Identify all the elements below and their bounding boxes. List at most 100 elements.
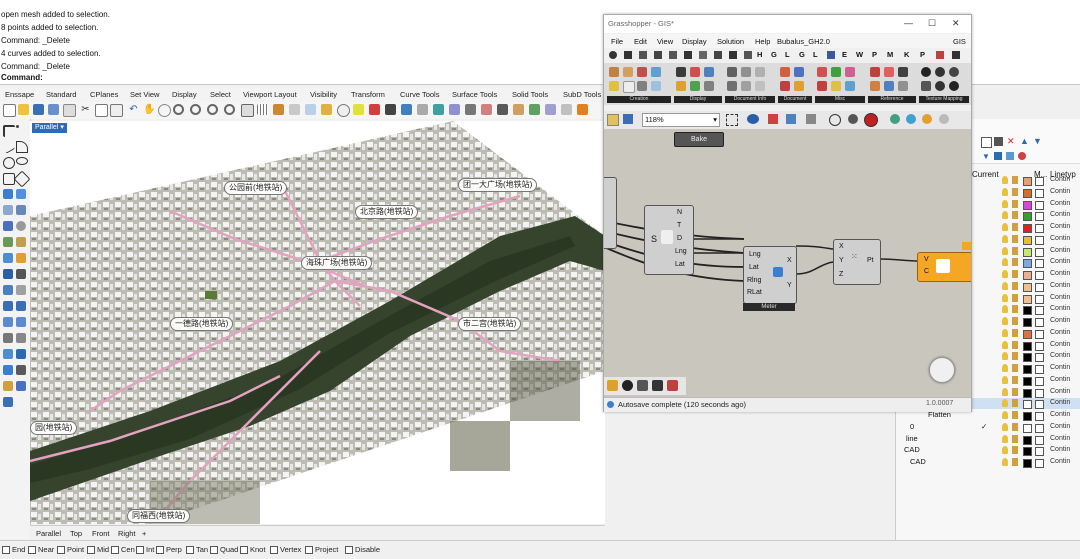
component-icon[interactable]: [884, 81, 894, 91]
menu-solution[interactable]: Solution: [717, 37, 744, 46]
tab-viewport-layout[interactable]: Viewport Layout: [243, 90, 297, 99]
lock-icon[interactable]: [1012, 305, 1018, 314]
layer-linetype[interactable]: Contin: [1050, 305, 1070, 312]
sets-tab-icon[interactable]: [639, 51, 647, 59]
add-viewport-tab-button[interactable]: +: [142, 529, 146, 538]
layer-material-swatch[interactable]: [1035, 318, 1044, 327]
current-layer-check-icon[interactable]: ✓: [981, 422, 987, 431]
preview-settings-icon[interactable]: [922, 114, 932, 124]
lightbulb-icon[interactable]: [353, 104, 364, 115]
box-tool-icon[interactable]: [3, 221, 13, 231]
open-folder-icon[interactable]: [18, 104, 29, 115]
array-tool-icon[interactable]: [16, 333, 26, 343]
rotate-tool-icon[interactable]: [3, 317, 13, 327]
tab-g[interactable]: G: [771, 50, 777, 59]
layer-material-swatch[interactable]: [1035, 200, 1044, 210]
lock-icon[interactable]: [1012, 340, 1018, 349]
component-icon[interactable]: [794, 67, 804, 77]
selected-preview-icon[interactable]: [906, 114, 916, 124]
output-port-x[interactable]: X: [787, 257, 792, 264]
view-icon[interactable]: [545, 104, 556, 115]
layer-linetype[interactable]: Contin: [1050, 376, 1070, 383]
viewport-tab-front[interactable]: Front: [92, 529, 110, 538]
explode-tool-icon[interactable]: [16, 285, 26, 295]
lock-icon[interactable]: [1012, 375, 1018, 384]
layer-color-swatch[interactable]: [1023, 282, 1032, 292]
menu-file[interactable]: File: [611, 37, 623, 46]
layer-material-swatch[interactable]: [1035, 306, 1044, 316]
widget-icon[interactable]: [637, 380, 648, 391]
component-icon[interactable]: [898, 81, 908, 91]
lock-icon[interactable]: [1012, 399, 1018, 408]
layer-linetype[interactable]: Contin: [1050, 388, 1070, 395]
layer-material-swatch[interactable]: [1035, 271, 1044, 280]
layer-material-swatch[interactable]: [1035, 388, 1044, 398]
output-port-lat[interactable]: Lat: [675, 261, 685, 268]
lock-icon[interactable]: [1012, 211, 1018, 220]
lock-icon[interactable]: [1012, 187, 1018, 196]
lock-icon[interactable]: [1012, 293, 1018, 302]
layer-color-swatch[interactable]: [1023, 365, 1032, 374]
plugin-tab-icon[interactable]: [936, 51, 944, 59]
lock-icon[interactable]: [1012, 176, 1018, 184]
visibility-lightbulb-icon[interactable]: [1002, 246, 1008, 255]
input-port-rlat[interactable]: RLat: [747, 289, 762, 296]
layer-linetype[interactable]: Contin: [1050, 435, 1070, 442]
layer-tool-icon[interactable]: [1018, 152, 1026, 160]
component-icon[interactable]: [898, 67, 908, 77]
component-icon[interactable]: [817, 81, 827, 91]
layer-color-swatch[interactable]: [1023, 271, 1032, 280]
component-icon[interactable]: [690, 67, 700, 77]
layer-material-swatch[interactable]: [1035, 247, 1044, 257]
layer-material-swatch[interactable]: [1035, 365, 1044, 374]
tab-l[interactable]: L: [785, 50, 790, 59]
pan-icon[interactable]: ✋: [143, 104, 155, 115]
zoom-window-icon[interactable]: [190, 104, 201, 115]
osnap-point[interactable]: Point: [57, 545, 84, 555]
lock-icon[interactable]: [1012, 352, 1018, 361]
layer-material-swatch[interactable]: [1035, 400, 1044, 410]
layer-color-swatch[interactable]: [1023, 341, 1032, 351]
layer-color-swatch[interactable]: [1023, 459, 1032, 468]
layer-linetype[interactable]: Contin: [1050, 423, 1070, 430]
block-tool-icon[interactable]: [3, 381, 13, 391]
lock-icon[interactable]: [1012, 317, 1018, 325]
layer-material-swatch[interactable]: [1035, 447, 1044, 457]
maximize-button[interactable]: ☐: [928, 18, 936, 29]
layer-linetype[interactable]: Contin: [1050, 458, 1070, 465]
visibility-lightbulb-icon[interactable]: [1002, 387, 1008, 396]
layer-linetype[interactable]: Contin: [1050, 270, 1070, 277]
visibility-lightbulb-icon[interactable]: [1002, 187, 1008, 196]
move-tool-icon[interactable]: [3, 301, 13, 311]
osnap-quad[interactable]: Quad: [210, 545, 238, 555]
surface-tool-icon[interactable]: [3, 189, 13, 199]
layer-linetype[interactable]: Contin: [1050, 200, 1070, 207]
osnap-disable[interactable]: Disable: [345, 545, 380, 555]
lock-icon[interactable]: [1012, 246, 1018, 255]
zoom-extents-icon[interactable]: [207, 104, 218, 115]
delete-layer-icon[interactable]: ✕: [1007, 137, 1016, 146]
ellipse-tool-icon[interactable]: [16, 157, 28, 165]
layer-linetype[interactable]: Contin: [1050, 446, 1070, 453]
lock-icon[interactable]: [1012, 422, 1018, 431]
visibility-lightbulb-icon[interactable]: [1002, 422, 1008, 431]
plugin-icon[interactable]: [577, 104, 588, 115]
layer-linetype[interactable]: Contin: [1050, 399, 1070, 406]
layer-linetype[interactable]: Contin: [1050, 258, 1070, 265]
visibility-lightbulb-icon[interactable]: [1002, 446, 1008, 455]
layer-material-swatch[interactable]: [1035, 412, 1044, 421]
tab-h[interactable]: H: [757, 50, 762, 59]
polygon-tool-icon[interactable]: [13, 170, 31, 188]
input-port-y[interactable]: Y: [839, 257, 844, 264]
component-icon[interactable]: [741, 67, 751, 77]
gumball-icon[interactable]: [481, 104, 492, 115]
display-tab-icon[interactable]: [744, 51, 752, 59]
teal-icon[interactable]: [433, 104, 444, 115]
properties-icon[interactable]: [63, 104, 76, 117]
layer-linetype[interactable]: Contin: [1050, 411, 1070, 418]
widget-icon[interactable]: [667, 380, 678, 391]
visibility-lightbulb-icon[interactable]: [1002, 411, 1008, 419]
layer-color-swatch[interactable]: [1023, 412, 1032, 421]
menu-help[interactable]: Help: [755, 37, 770, 46]
tab-l2[interactable]: L: [813, 50, 818, 59]
